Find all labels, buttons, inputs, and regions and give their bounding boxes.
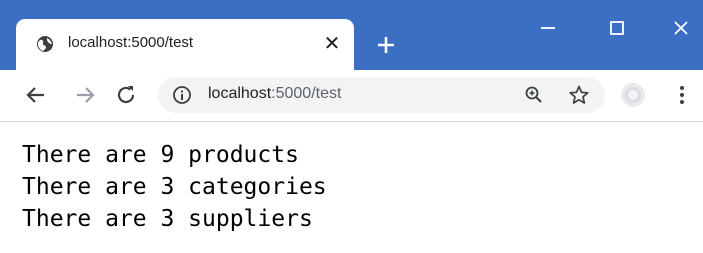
browser-window: localhost:5000/test ✕ localhost:5000/tes… <box>0 0 703 253</box>
back-button[interactable] <box>24 83 48 107</box>
star-icon[interactable] <box>568 84 590 106</box>
url-path: :5000/test <box>271 85 342 102</box>
tab-active[interactable]: localhost:5000/test ✕ <box>16 19 354 70</box>
output-line: There are 3 categories <box>22 174 327 200</box>
zoom-icon[interactable] <box>524 85 544 105</box>
url-text[interactable]: localhost:5000/test <box>208 85 341 103</box>
toolbar: localhost:5000/test <box>0 70 703 122</box>
address-bar[interactable]: localhost:5000/test <box>158 77 605 113</box>
title-bar: localhost:5000/test ✕ <box>0 0 703 70</box>
output-line: There are 3 suppliers <box>22 206 313 232</box>
minimize-button[interactable] <box>535 15 561 41</box>
info-icon[interactable] <box>172 85 192 105</box>
new-tab-button[interactable] <box>374 33 398 57</box>
forward-button[interactable] <box>73 83 97 107</box>
globe-icon <box>37 36 53 52</box>
tab-close-icon[interactable]: ✕ <box>322 34 342 54</box>
url-host: localhost <box>208 85 272 102</box>
kebab-menu-icon[interactable] <box>672 83 692 107</box>
reload-button[interactable] <box>114 83 138 107</box>
output-line: There are 9 products <box>22 142 299 168</box>
profile-icon[interactable] <box>620 82 646 108</box>
page-content: There are 9 products There are 3 categor… <box>0 122 703 253</box>
window-close-button[interactable] <box>668 15 694 41</box>
maximize-button[interactable] <box>604 15 630 41</box>
tab-title: localhost:5000/test <box>68 34 194 51</box>
